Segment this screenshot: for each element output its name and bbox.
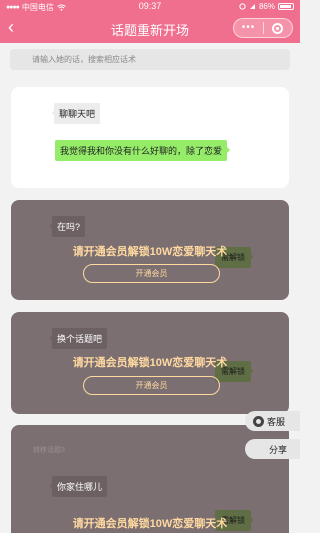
unlock-promo-text: 请开通会员解锁10W恋爱聊天术 [72, 518, 228, 530]
unlock-promo-text: 请开通会员解锁10W恋爱聊天术 [72, 357, 228, 369]
top-bar: ●●●● 中国电信 09:37 86% ‹ 话题重新开场 ••• [0, 0, 300, 43]
nav-bar: ‹ 话题重新开场 ••• [0, 14, 300, 43]
her-message-bubble: 聊聊天吧 [51, 103, 101, 124]
target-icon [272, 22, 284, 34]
her-message-bubble: 换个话题吧 [49, 328, 108, 349]
share-button[interactable]: 分享 [245, 439, 300, 459]
battery-percent: 86% [258, 2, 275, 11]
script-card: 聊聊天吧 我觉得我和你没有什么好聊的，除了恋爱 [11, 87, 289, 188]
reply-bubble[interactable]: 我觉得我和你没有什么好聊的，除了恋爱 [55, 140, 231, 161]
headset-icon [253, 415, 264, 427]
status-bar: ●●●● 中国电信 09:37 86% [0, 0, 300, 14]
share-label: 分享 [269, 444, 288, 455]
more-icon[interactable]: ••• [234, 23, 263, 33]
her-message-bubble: 你家住哪儿 [49, 476, 108, 497]
alarm-icon [249, 4, 255, 9]
customer-service-button[interactable]: 客服 [245, 411, 300, 431]
her-message-bubble: 在吗? [49, 216, 86, 237]
customer-service-label: 客服 [267, 416, 286, 427]
location-icon [239, 3, 246, 10]
open-membership-button[interactable]: 开通会员 [83, 264, 220, 283]
locked-card: 在吗? 需解锁 请开通会员解锁10W恋爱聊天术 开通会员 [11, 200, 289, 300]
open-membership-button[interactable]: 开通会员 [83, 376, 220, 395]
battery-icon [278, 3, 294, 10]
close-miniprogram-button[interactable] [264, 22, 292, 34]
unlock-promo-text: 请开通会员解锁10W恋爱聊天术 [72, 246, 228, 258]
locked-card: 换个话题吧 需解锁 请开通会员解锁10W恋爱聊天术 开通会员 [11, 312, 289, 414]
search-input[interactable]: 请输入她的话，搜索相应话术 [10, 49, 290, 70]
mini-program-capsule: ••• [233, 18, 293, 38]
topic-tag: 转移话题3 [33, 447, 65, 454]
